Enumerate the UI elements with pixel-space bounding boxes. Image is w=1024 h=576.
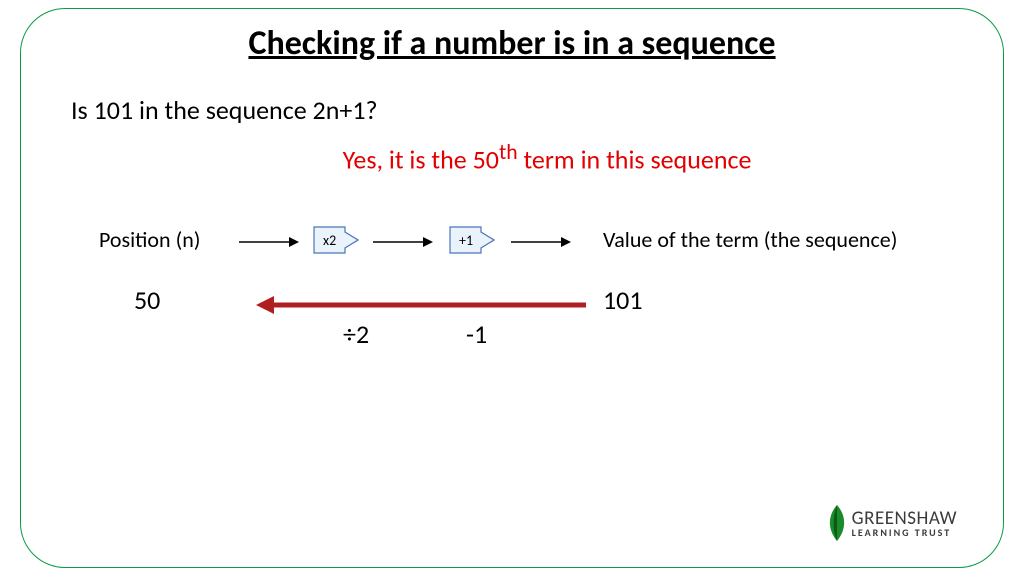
logo-main: GREENSHAW [852,509,957,528]
minus-one-label: -1 [466,318,487,350]
arrow-icon [239,236,299,248]
answer-sup: th [499,138,518,165]
slide-frame: Checking if a number is in a sequence Is… [20,8,1004,568]
plus-one-label: +1 [459,232,473,249]
input-value: 101 [603,284,643,316]
divide-two-label: ÷2 [343,318,369,350]
times-two-label: x2 [323,232,336,249]
leaf-icon [822,501,852,545]
logo-text: GREENSHAW LEARNING TRUST [852,509,957,538]
result-position: 50 [134,284,160,316]
answer-text: Yes, it is the 50th term in this sequenc… [91,138,1003,176]
arrow-icon [511,236,571,248]
arrow-icon [373,236,433,248]
logo: GREENSHAW LEARNING TRUST [822,501,957,545]
value-label: Value of the term (the sequence) [603,226,897,253]
position-label: Position (n) [99,226,200,253]
answer-post: term in this sequence [518,144,752,176]
diagram: Position (n) x2 +1 [21,226,1003,426]
times-two-box: x2 [313,226,359,254]
answer-pre: Yes, it is the 50 [343,144,499,176]
plus-one-box: +1 [449,226,495,254]
logo-sub: LEARNING TRUST [852,528,957,538]
reverse-arrow-icon [256,296,586,319]
question-text: Is 101 in the sequence 2n+1? [71,94,1003,126]
slide-title: Checking if a number is in a sequence [21,23,1003,64]
